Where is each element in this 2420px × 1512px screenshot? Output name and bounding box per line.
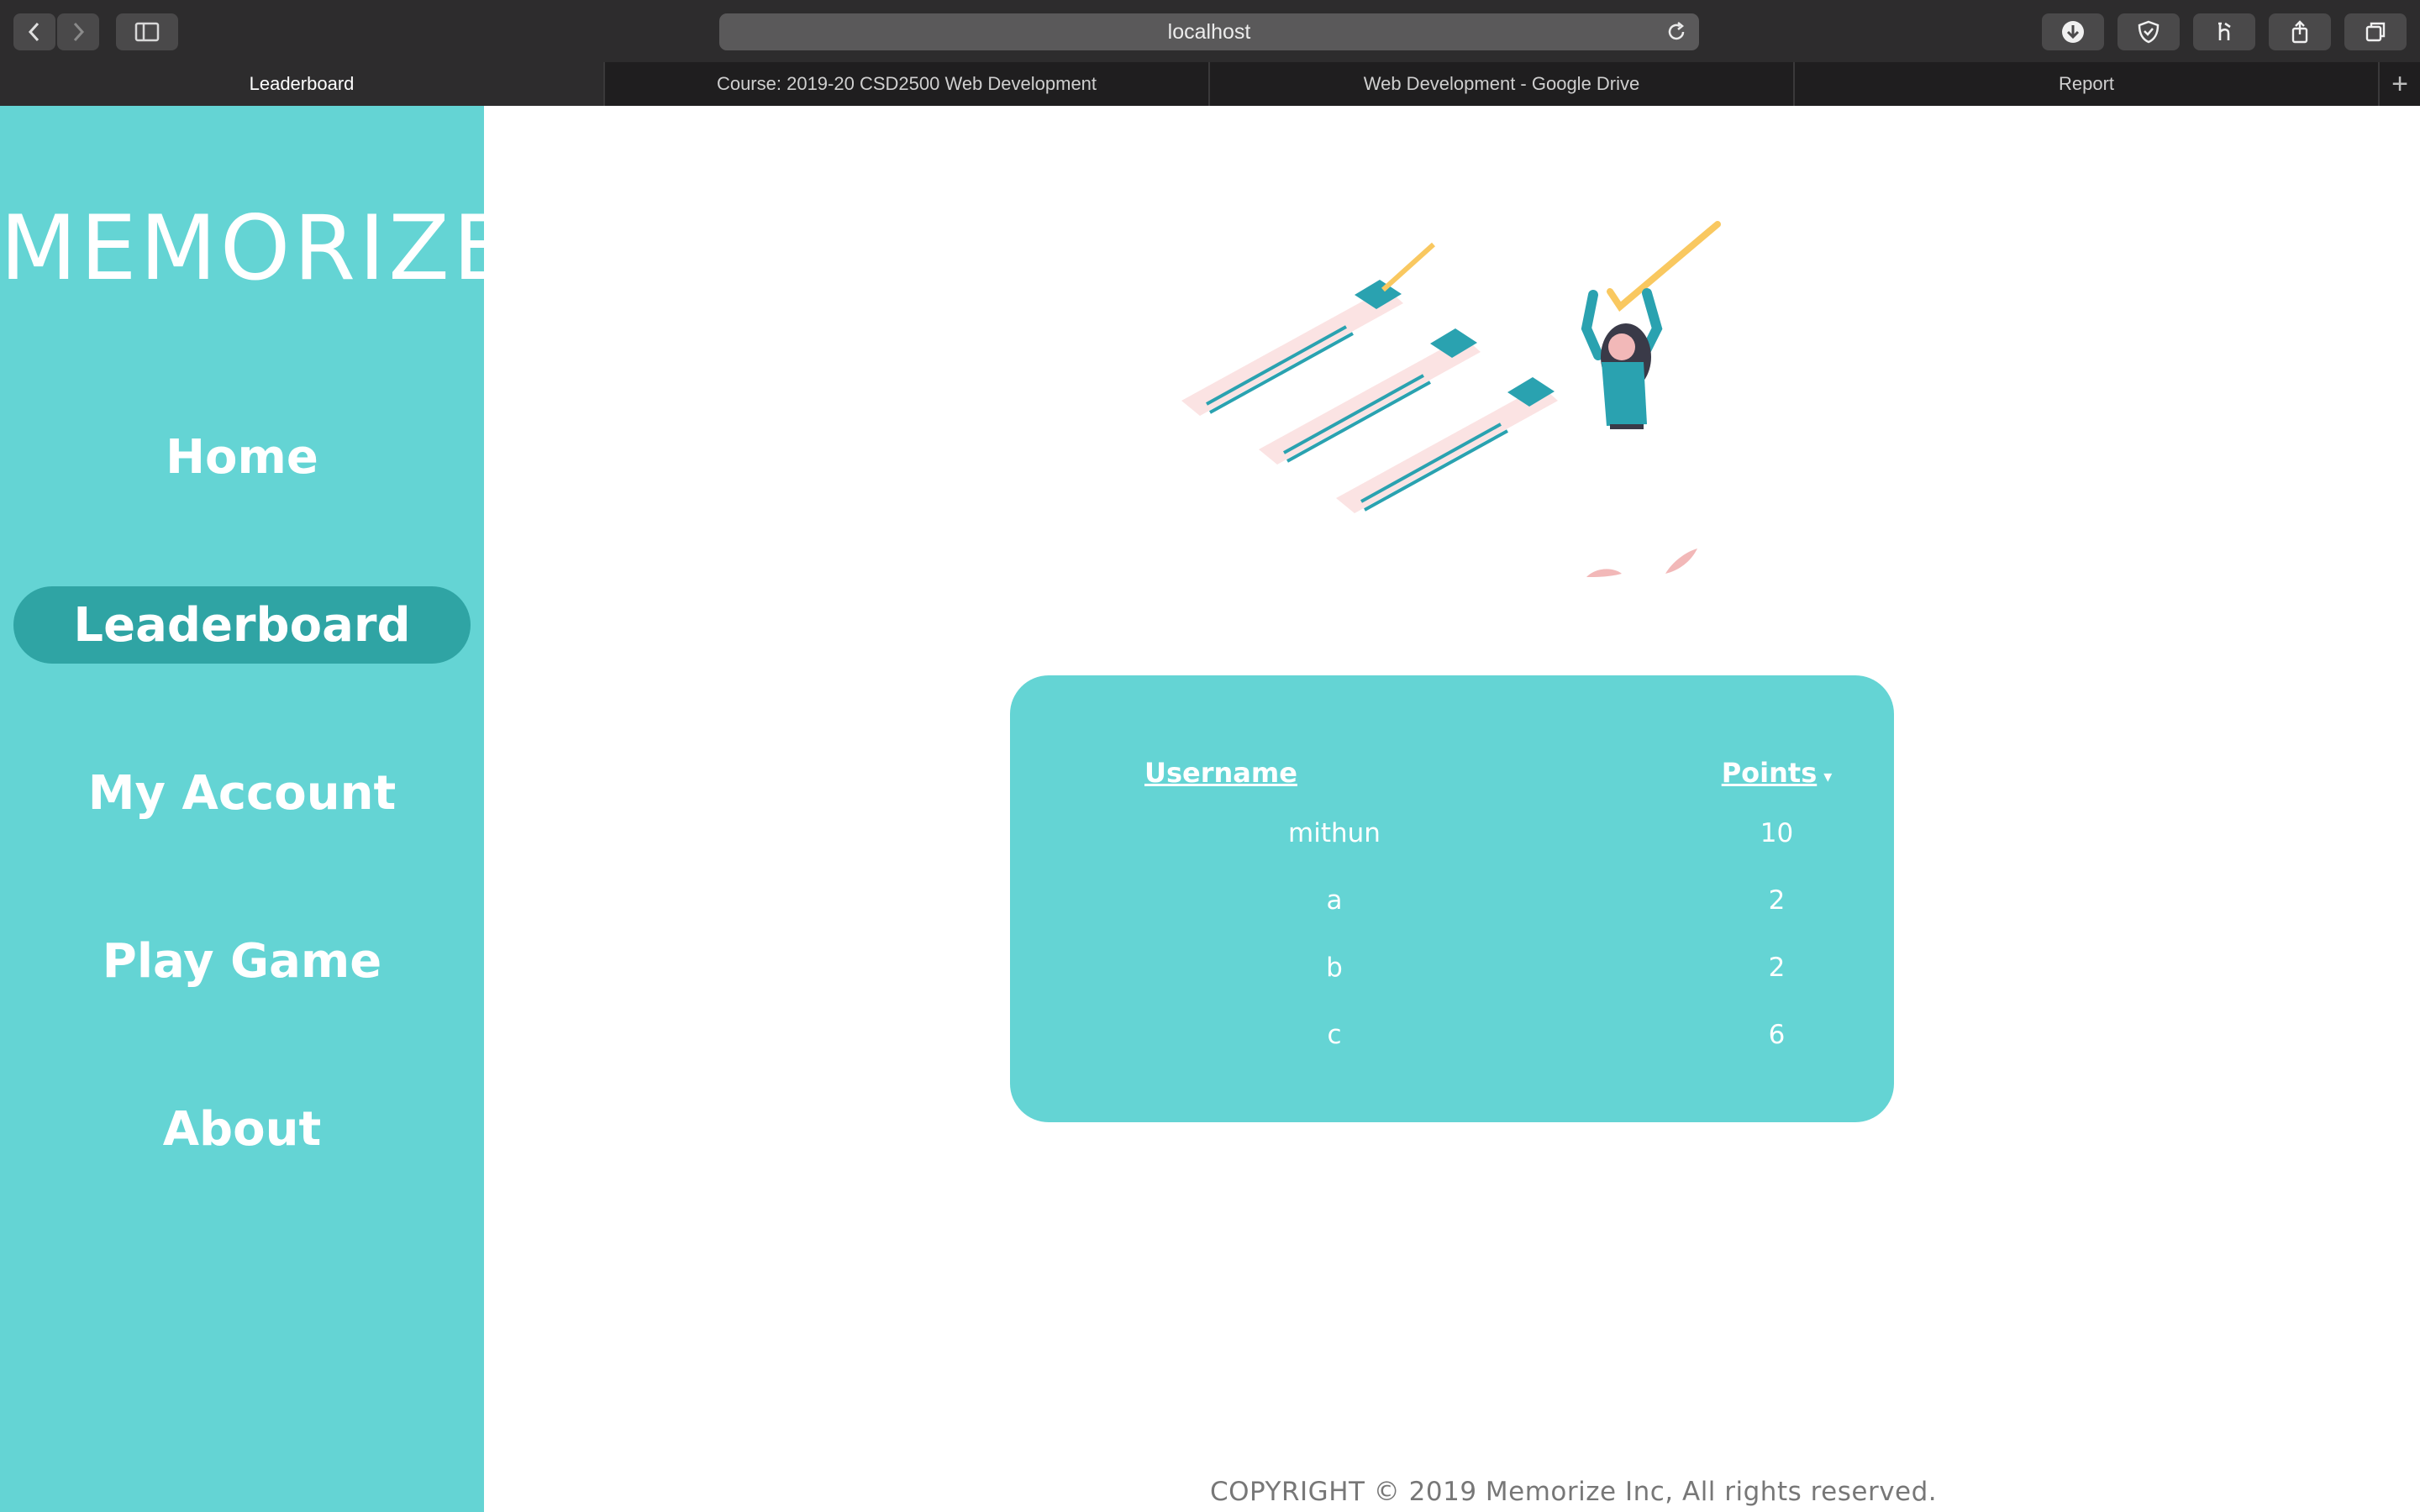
download-icon bbox=[2062, 21, 2084, 43]
leaderboard-card: Username Points ▾ mithun 10 a 2 b 2 c 6 bbox=[1010, 675, 1894, 1122]
username-cell: c bbox=[1327, 1020, 1342, 1050]
points-cell: 6 bbox=[1768, 1020, 1786, 1050]
username-column-header[interactable]: Username bbox=[1010, 746, 1660, 800]
woman-figure bbox=[1581, 221, 1721, 429]
url-text: localhost bbox=[1167, 19, 1251, 44]
username-cell: b bbox=[1326, 953, 1343, 983]
tab-report[interactable]: Report bbox=[1795, 62, 2380, 106]
address-bar[interactable]: localhost bbox=[719, 13, 1699, 50]
points-header-label: Points bbox=[1721, 757, 1818, 789]
table-row: b 2 bbox=[1010, 934, 1894, 1001]
plus-icon: + bbox=[2391, 67, 2408, 100]
tab-label: Leaderboard bbox=[249, 73, 355, 94]
logo: MEMORIZE bbox=[0, 197, 513, 300]
points-cell: 2 bbox=[1768, 953, 1786, 983]
username-cell: mithun bbox=[1288, 818, 1381, 848]
tab-bar: Leaderboard Course: 2019-20 CSD2500 Web … bbox=[0, 62, 2420, 106]
username-header-label: Username bbox=[1144, 757, 1297, 789]
downloads-button[interactable] bbox=[2042, 13, 2104, 50]
extension-icon bbox=[2218, 22, 2231, 40]
leaderboard-table: Username Points ▾ mithun 10 a 2 b 2 c 6 bbox=[1010, 746, 1894, 1068]
reload-icon[interactable] bbox=[1665, 21, 1687, 43]
tab-label: Web Development - Google Drive bbox=[1363, 73, 1640, 94]
username-cell: a bbox=[1326, 885, 1343, 916]
tab-course[interactable]: Course: 2019-20 CSD2500 Web Development bbox=[605, 62, 1210, 106]
sidebar-item-my-account[interactable]: My Account bbox=[13, 754, 471, 832]
extension-button[interactable] bbox=[2193, 13, 2255, 50]
share-icon bbox=[2291, 20, 2308, 44]
tab-label: Course: 2019-20 CSD2500 Web Development bbox=[716, 73, 1097, 94]
points-cell: 2 bbox=[1768, 885, 1786, 916]
sidebar: MEMORIZE Home Leaderboard My Account Pla… bbox=[0, 106, 513, 1512]
chevron-right-icon bbox=[73, 22, 85, 42]
forward-button[interactable] bbox=[57, 13, 99, 50]
sidebar-item-home[interactable]: Home bbox=[13, 418, 471, 496]
leaderboard-illustration bbox=[1181, 221, 1721, 577]
back-button[interactable] bbox=[13, 13, 55, 50]
leaf-shape bbox=[1665, 549, 1697, 574]
sidebar-item-label: My Account bbox=[87, 765, 397, 821]
tabs-overview-button[interactable] bbox=[2344, 13, 2407, 50]
sidebar-item-label: Leaderboard bbox=[73, 597, 411, 653]
tabs-icon bbox=[2365, 22, 2386, 42]
sidebar-item-play-game[interactable]: Play Game bbox=[13, 922, 471, 1000]
shield-icon bbox=[2138, 20, 2160, 44]
chevron-left-icon bbox=[28, 22, 39, 42]
new-tab-button[interactable]: + bbox=[2380, 62, 2420, 106]
points-cell: 10 bbox=[1760, 818, 1794, 848]
shield-extension-button[interactable] bbox=[2118, 13, 2180, 50]
table-row: a 2 bbox=[1010, 867, 1894, 934]
copyright-footer: COPYRIGHT © 2019 Memorize Inc, All right… bbox=[1210, 1477, 1938, 1507]
sidebar-item-label: About bbox=[162, 1101, 322, 1157]
tab-label: Report bbox=[2058, 73, 2115, 94]
browser-toolbar: localhost bbox=[0, 0, 2420, 64]
table-row: c 6 bbox=[1010, 1001, 1894, 1068]
sidebar-item-label: Home bbox=[166, 429, 318, 485]
points-column-header[interactable]: Points ▾ bbox=[1660, 746, 1894, 800]
tab-leaderboard[interactable]: Leaderboard bbox=[0, 62, 605, 106]
table-header-row: Username Points ▾ bbox=[1010, 746, 1894, 800]
table-row: mithun 10 bbox=[1010, 800, 1894, 867]
share-button[interactable] bbox=[2269, 13, 2331, 50]
sort-descending-icon: ▾ bbox=[1823, 766, 1833, 786]
sidebar-item-about[interactable]: About bbox=[13, 1090, 471, 1168]
leaf-shape bbox=[1586, 569, 1622, 577]
sidebar-item-leaderboard[interactable]: Leaderboard bbox=[13, 586, 471, 664]
sidebar-icon bbox=[134, 22, 160, 42]
tab-google-drive[interactable]: Web Development - Google Drive bbox=[1210, 62, 1795, 106]
sidebar-toggle-button[interactable] bbox=[116, 13, 178, 50]
sidebar-item-label: Play Game bbox=[102, 933, 382, 989]
